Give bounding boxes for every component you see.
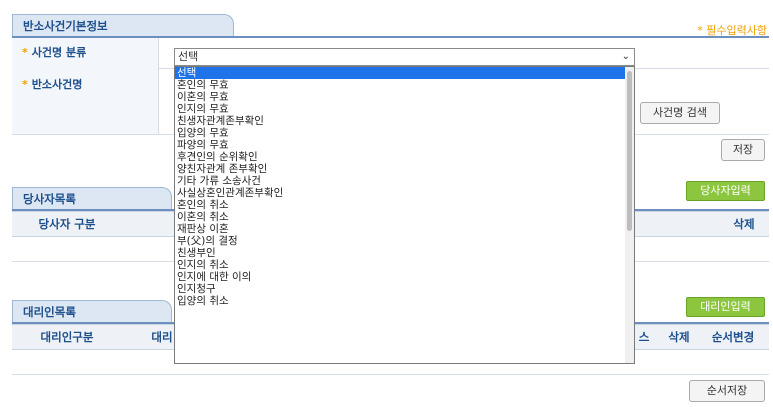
order-save-button[interactable]: 순서저장: [689, 380, 765, 402]
dropdown-option[interactable]: 이혼의 무효: [175, 91, 634, 103]
case-category-select-value: 선택: [178, 50, 199, 63]
category-label-text: 사건명 분류: [31, 46, 87, 59]
dropdown-option[interactable]: 인지청구: [175, 283, 634, 295]
party-type-column: 당사자 구분: [38, 217, 96, 231]
agent-list-tab: 대리인목록: [12, 300, 172, 322]
dropdown-option[interactable]: 친생자관계존부확인: [175, 115, 634, 127]
save-button[interactable]: 저장: [721, 139, 765, 161]
case-name-search-button[interactable]: 사건명 검색: [640, 102, 720, 124]
dropdown-option[interactable]: 부(父)의 결정: [175, 235, 634, 247]
dropdown-option[interactable]: 파양의 무효: [175, 139, 634, 151]
dropdown-option[interactable]: 인지의 취소: [175, 259, 634, 271]
party-list-tab: 당사자목록: [12, 187, 172, 209]
dropdown-scrollbar[interactable]: [625, 67, 634, 363]
case-category-dropdown[interactable]: 선택 혼인의 무효 이혼의 무효 인지의 무효 친생자관계존부확인 입양의 무효 파양의 무…: [174, 66, 635, 364]
dropdown-option[interactable]: 양친자관계 존부확인: [175, 163, 634, 175]
required-note: * 필수입력사항: [697, 24, 767, 37]
agent-partial-column: 스: [638, 330, 650, 344]
agent-type-column: 대리인구분: [40, 330, 94, 344]
dropdown-option[interactable]: 인지의 무효: [175, 103, 634, 115]
add-agent-button[interactable]: 대리인입력: [686, 297, 765, 317]
dropdown-option[interactable]: 혼인의 취소: [175, 199, 634, 211]
chevron-down-icon[interactable]: ⌄: [622, 49, 630, 65]
add-party-button[interactable]: 당사자입력: [686, 181, 765, 201]
category-label: * 사건명 분류: [12, 38, 159, 68]
dropdown-option[interactable]: 이혼의 취소: [175, 211, 634, 223]
case-category-select[interactable]: 선택 ⌄: [174, 48, 635, 66]
dropdown-option[interactable]: 재판상 이혼: [175, 223, 634, 235]
dropdown-option[interactable]: 인지에 대한 이의: [175, 271, 634, 283]
dropdown-option[interactable]: 입양의 무효: [175, 127, 634, 139]
scrollbar-thumb[interactable]: [627, 71, 632, 231]
agent-delete-column: 삭제: [668, 330, 690, 344]
case-name-label: * 반소사건명: [12, 68, 159, 134]
dropdown-option-list: 선택 혼인의 무효 이혼의 무효 인지의 무효 친생자관계존부확인 입양의 무효 파양의 무…: [175, 67, 634, 307]
required-star: *: [22, 46, 28, 59]
dropdown-option[interactable]: 후견인의 순위확인: [175, 151, 634, 163]
dropdown-option[interactable]: 기타 가류 소송사건: [175, 175, 634, 187]
required-star: *: [22, 78, 28, 91]
party-delete-column: 삭제: [733, 217, 755, 231]
dropdown-option[interactable]: 혼인의 무효: [175, 79, 634, 91]
basic-info-tab: 반소사건기본정보: [12, 14, 234, 36]
dropdown-option[interactable]: 입양의 취소: [175, 295, 634, 307]
dropdown-option[interactable]: 선택: [175, 67, 634, 79]
dropdown-option[interactable]: 친생부인: [175, 247, 634, 259]
case-name-label-text: 반소사건명: [31, 78, 83, 91]
agent-order-column: 순서변경: [711, 330, 755, 344]
dropdown-option[interactable]: 사실상혼인관계존부확인: [175, 187, 634, 199]
